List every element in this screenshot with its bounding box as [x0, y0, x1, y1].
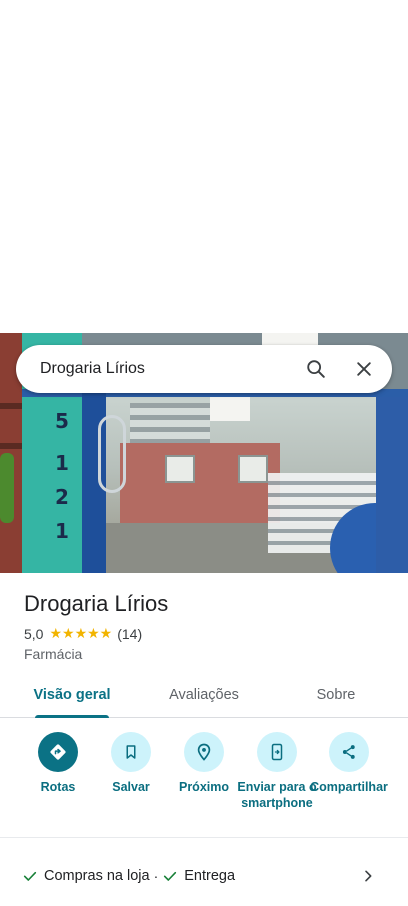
photo-digit: 5	[55, 409, 69, 433]
place-category[interactable]: Farmácia	[24, 646, 82, 662]
close-button[interactable]	[340, 345, 388, 393]
feature-in-store: Compras na loja	[22, 868, 150, 884]
action-row: Rotas Salvar Próximo Enviar para o smart…	[0, 728, 408, 838]
map-area[interactable]	[0, 0, 408, 333]
directions-icon	[50, 744, 66, 760]
photo-plant	[0, 453, 14, 523]
photo-digit: 1	[55, 451, 69, 475]
nearby-button-circle[interactable]	[184, 732, 224, 772]
directions-button[interactable]: Rotas	[18, 732, 98, 795]
expand-button[interactable]	[356, 864, 380, 888]
rating-row[interactable]: 5,0 ★★★★★ (14)	[24, 625, 142, 642]
send-to-phone-icon	[271, 743, 283, 761]
photo-door-handle	[98, 415, 126, 493]
tab-label: Avaliações	[169, 686, 239, 703]
feature-separator: ·	[153, 868, 159, 884]
photo-shelf	[0, 403, 22, 409]
tab-reviews[interactable]: Avaliações	[154, 672, 254, 717]
star-rating-icon: ★★★★★	[49, 625, 113, 641]
feature-label: Compras na loja	[44, 868, 150, 884]
feature-delivery: Entrega	[162, 868, 235, 884]
send-to-phone-button[interactable]: Enviar para o smartphone	[237, 732, 317, 811]
photo-frame-right	[376, 397, 408, 573]
share-button[interactable]: Compartilhar	[309, 732, 389, 795]
bookmark-icon	[126, 745, 136, 759]
nearby-button[interactable]: Próximo	[164, 732, 244, 795]
share-label: Compartilhar	[310, 780, 388, 794]
place-title: Drogaria Lírios	[24, 591, 169, 616]
directions-label: Rotas	[40, 780, 76, 794]
directions-button-circle[interactable]	[38, 732, 78, 772]
save-label: Salvar	[112, 780, 150, 794]
check-icon	[23, 871, 37, 881]
search-button[interactable]	[292, 345, 340, 393]
send-to-phone-label: Enviar para o smartphone	[237, 780, 317, 810]
tab-bar: Visão geral Avaliações Sobre	[0, 672, 408, 718]
photo-window	[238, 455, 268, 483]
tab-label: Visão geral	[33, 686, 111, 703]
feature-label: Entrega	[184, 868, 236, 884]
share-icon	[342, 745, 355, 759]
tab-overview[interactable]: Visão geral	[24, 672, 120, 718]
close-icon	[357, 362, 371, 376]
tab-label: Sobre	[316, 686, 356, 703]
rating-value: 5,0	[24, 625, 44, 642]
search-icon	[307, 360, 325, 378]
service-options-row[interactable]: Compras na loja · Entrega	[0, 856, 408, 896]
check-icon	[164, 871, 177, 881]
reviews-count[interactable]: (14)	[117, 626, 142, 642]
photo-digit: 2	[55, 485, 69, 509]
send-to-phone-button-circle[interactable]	[257, 732, 297, 772]
photo-window	[165, 455, 195, 483]
save-button[interactable]: Salvar	[91, 732, 171, 795]
save-button-circle[interactable]	[111, 732, 151, 772]
search-bar[interactable]: Drogaria Lírios	[16, 345, 392, 393]
search-input[interactable]: Drogaria Lírios	[40, 360, 292, 378]
chevron-right-icon	[365, 870, 372, 882]
nearby-icon	[197, 743, 211, 761]
photo-shelf	[0, 443, 22, 449]
share-button-circle[interactable]	[329, 732, 369, 772]
tab-about[interactable]: Sobre	[296, 672, 376, 717]
photo-digit: 1	[55, 519, 69, 543]
tab-active-indicator	[35, 715, 109, 718]
nearby-label: Próximo	[178, 780, 229, 794]
